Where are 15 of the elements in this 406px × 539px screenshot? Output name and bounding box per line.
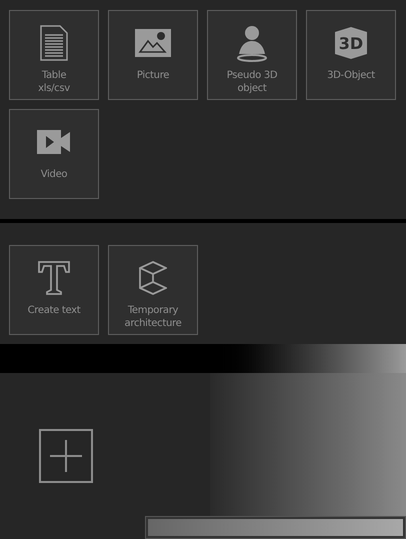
image-icon — [135, 29, 171, 57]
object-tile[interactable]: 3D 3D-Object — [306, 10, 396, 100]
object-tile[interactable]: Picture — [108, 10, 198, 100]
object-tile[interactable]: Table xls/csv — [9, 10, 99, 100]
add-button[interactable] — [39, 429, 93, 483]
plus-icon — [50, 440, 82, 472]
serif-t-icon — [37, 260, 71, 296]
object-tile[interactable]: Temporary architecture — [108, 245, 198, 335]
object-tile[interactable]: Pseudo 3D object — [207, 10, 297, 100]
table-icon — [40, 25, 68, 61]
object-tile[interactable]: Video — [9, 109, 99, 199]
object-tile[interactable]: Create text — [9, 245, 99, 335]
wireframe-box-icon — [139, 261, 167, 295]
video-camera-icon — [37, 130, 71, 154]
cube-label: 3D — [338, 34, 364, 53]
